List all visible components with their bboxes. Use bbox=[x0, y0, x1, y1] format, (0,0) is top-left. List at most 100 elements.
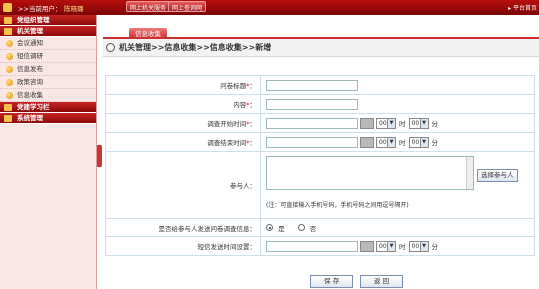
sidebar-item-label: 短信调研 bbox=[17, 52, 43, 60]
breadcrumb: 机关管理>>信息收集>>信息收集>>新增 bbox=[103, 39, 539, 57]
calendar-icon[interactable] bbox=[360, 136, 374, 148]
end-minute-value: 00 bbox=[411, 138, 420, 146]
calendar-icon[interactable] bbox=[360, 240, 374, 252]
menu-header-label: 机关管理 bbox=[17, 27, 43, 35]
top-link-office[interactable]: 网上机关服务 bbox=[126, 1, 171, 12]
current-user-name: 陈晓璐 bbox=[64, 5, 84, 13]
folder-icon bbox=[4, 104, 12, 111]
send-sms-label: 是否给参与人发送问卷调查信息： bbox=[158, 224, 257, 233]
button-row: 保 存 返 回 bbox=[105, 274, 535, 289]
form-table: 问卷标题*： 内容*： 调查开始时间*： 00 ▼ 时 00 ▼ 分 调查结束时间*： 0… bbox=[105, 75, 535, 256]
start-minute-select[interactable]: 00 ▼ bbox=[408, 117, 429, 129]
end-hour-select[interactable]: 00 ▼ bbox=[376, 136, 396, 148]
menu-header-label: 党建学习栏 bbox=[17, 103, 50, 111]
menu-header-label: 系统管理 bbox=[17, 114, 43, 122]
end-label-cell: 调查结束时间*： bbox=[105, 132, 261, 152]
end-minute-select[interactable]: 00 ▼ bbox=[408, 136, 429, 148]
start-minute-value: 00 bbox=[411, 119, 420, 127]
top-bar: >>当前用户： 陈晓璐 网上机关服务 网上查询网 ▸ 平台首页 bbox=[0, 0, 539, 15]
location-icon bbox=[106, 43, 115, 52]
platform-home-link[interactable]: ▸ 平台首页 bbox=[508, 3, 537, 12]
title-input[interactable] bbox=[266, 79, 358, 91]
sms-yes-label: 是 bbox=[278, 224, 285, 233]
folder-icon bbox=[4, 17, 12, 24]
end-date-input[interactable] bbox=[266, 136, 358, 148]
colon: ： bbox=[249, 120, 257, 128]
colon: ： bbox=[249, 82, 257, 90]
sidebar-item-policy-consult[interactable]: 政策咨询 bbox=[0, 76, 96, 89]
back-button[interactable]: 返 回 bbox=[360, 275, 404, 288]
chevron-down-icon: ▼ bbox=[419, 137, 428, 147]
current-user-label: >>当前用户： bbox=[18, 5, 62, 13]
sms-label-cell: 是否给参与人发送问卷调查信息： bbox=[105, 218, 261, 237]
sms-time-label: 短信发送时间设置： bbox=[197, 243, 257, 251]
sidebar-collapse-handle[interactable] bbox=[97, 145, 102, 167]
colon: ： bbox=[249, 139, 257, 147]
hour-unit: 时 bbox=[399, 243, 406, 251]
end-hour-value: 00 bbox=[379, 138, 387, 146]
sidebar-item-sms-survey[interactable]: 短信调研 bbox=[0, 50, 96, 63]
menu-header-party-org[interactable]: 党组织管理 bbox=[0, 15, 96, 26]
hour-unit: 时 bbox=[399, 139, 406, 147]
start-date-input[interactable] bbox=[266, 117, 358, 129]
minute-unit: 分 bbox=[431, 243, 439, 251]
menu-header-party-study[interactable]: 党建学习栏 bbox=[0, 102, 96, 113]
textarea-scrollbar[interactable] bbox=[466, 157, 473, 189]
start-label-cell: 调查开始时间*： bbox=[105, 113, 261, 133]
main-content: 信息收集 机关管理>>信息收集>>信息收集>>新增 问卷标题*： 内容*： 调查… bbox=[103, 15, 539, 289]
title-label: 问卷标题 bbox=[220, 82, 247, 90]
breadcrumb-text: 机关管理>>信息收集>>信息收集>>新增 bbox=[119, 43, 272, 52]
chevron-down-icon: ▼ bbox=[387, 137, 395, 147]
sidebar: 党组织管理 机关管理 会议通知 短信调研 信息发布 政策咨询 信息收集 党建学习… bbox=[0, 15, 97, 289]
sms-date-input[interactable] bbox=[266, 240, 358, 252]
chevron-down-icon: ▼ bbox=[387, 118, 395, 128]
sms-minute-value: 00 bbox=[411, 242, 420, 250]
content-input[interactable] bbox=[266, 98, 358, 110]
sms-minute-select[interactable]: 00 ▼ bbox=[408, 240, 429, 252]
end-time-label: 调查结束时间 bbox=[207, 139, 247, 147]
colon: ： bbox=[249, 101, 257, 109]
sidebar-item-info-collect[interactable]: 信息收集 bbox=[0, 89, 96, 102]
participants-label: 参与人： bbox=[230, 182, 256, 190]
sidebar-item-meeting-notice[interactable]: 会议通知 bbox=[0, 37, 96, 50]
sms-time-label-cell: 短信发送时间设置： bbox=[105, 236, 261, 256]
tab-bar: 信息收集 bbox=[103, 23, 539, 40]
platform-home-label: 平台首页 bbox=[512, 5, 537, 12]
minute-unit: 分 bbox=[431, 139, 439, 147]
sms-no-label: 否 bbox=[309, 224, 317, 233]
save-button[interactable]: 保 存 bbox=[310, 275, 354, 288]
menu-header-agency[interactable]: 机关管理 bbox=[0, 26, 96, 37]
folder-icon bbox=[4, 115, 12, 122]
content-label-cell: 内容*： bbox=[105, 94, 261, 114]
calendar-icon[interactable] bbox=[360, 117, 374, 129]
start-hour-value: 00 bbox=[379, 119, 387, 127]
start-time-label: 调查开始时间 bbox=[207, 120, 247, 128]
sms-hour-value: 00 bbox=[379, 242, 387, 250]
folder-icon bbox=[4, 28, 12, 35]
sms-yes-radio[interactable] bbox=[266, 224, 273, 231]
chevron-down-icon: ▼ bbox=[387, 241, 395, 251]
participants-textarea[interactable] bbox=[266, 156, 474, 190]
hour-unit: 时 bbox=[399, 120, 406, 128]
bullet-icon bbox=[6, 92, 13, 99]
participants-hint: (注：可直接输入手机号码，手机号码之间用逗号隔开) bbox=[266, 202, 409, 209]
sidebar-item-label: 政策咨询 bbox=[17, 78, 43, 86]
sms-no-radio[interactable] bbox=[297, 224, 305, 231]
home-icon bbox=[3, 3, 12, 12]
bullet-icon bbox=[6, 40, 13, 47]
bullet-icon bbox=[6, 79, 13, 86]
sms-hour-select[interactable]: 00 ▼ bbox=[376, 240, 396, 252]
participants-label-cell: 参与人： bbox=[105, 151, 261, 219]
sidebar-item-info-publish[interactable]: 信息发布 bbox=[0, 63, 96, 76]
sidebar-item-label: 会议通知 bbox=[17, 39, 43, 47]
sidebar-item-label: 信息发布 bbox=[17, 65, 43, 73]
menu-header-system[interactable]: 系统管理 bbox=[0, 113, 96, 124]
top-link-query[interactable]: 网上查询网 bbox=[168, 1, 207, 12]
minute-unit: 分 bbox=[431, 120, 439, 128]
sidebar-item-label: 信息收集 bbox=[17, 91, 43, 99]
bullet-icon bbox=[6, 53, 13, 60]
title-label-cell: 问卷标题*： bbox=[105, 75, 261, 95]
choose-participants-button[interactable]: 选择参与人 bbox=[477, 169, 518, 182]
content-label: 内容 bbox=[233, 101, 247, 109]
start-hour-select[interactable]: 00 ▼ bbox=[376, 117, 396, 129]
